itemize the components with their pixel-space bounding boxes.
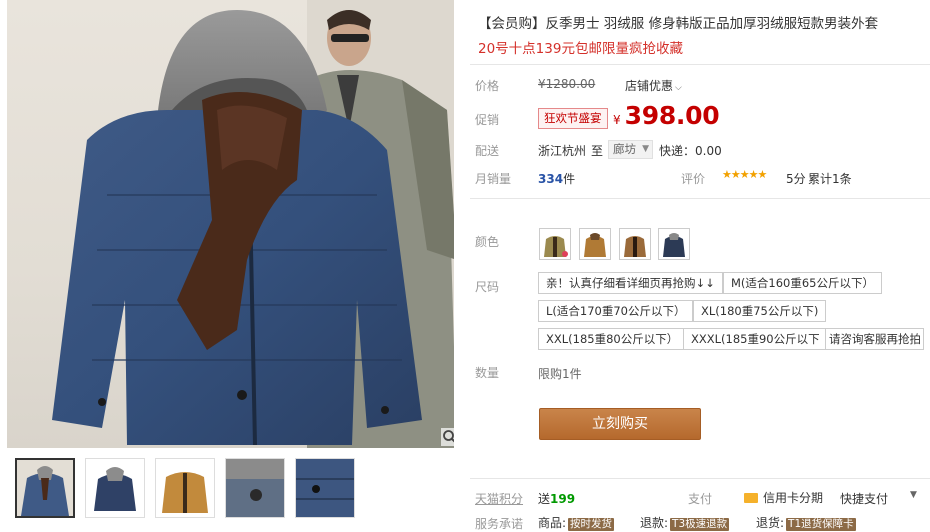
- thumbnail-strip: [15, 458, 355, 520]
- thumbnail-5[interactable]: [295, 458, 355, 518]
- points-reward: 送199: [538, 490, 575, 507]
- points-value: 199: [550, 492, 576, 506]
- original-price: ¥1280.00: [538, 77, 596, 91]
- service-promise-label: 服务承诺: [475, 517, 524, 531]
- rating-score: 5分: [786, 172, 806, 186]
- shop-discount-label: 店铺优惠: [625, 79, 674, 93]
- thumbnail-2[interactable]: [85, 458, 145, 518]
- tmall-points-link[interactable]: 天猫积分: [475, 490, 523, 507]
- jacket-photo: [52, 10, 422, 446]
- destination-value: 廊坊: [613, 142, 636, 156]
- promo-label: 促销: [475, 113, 500, 127]
- quantity-label: 数量: [475, 366, 500, 380]
- size-option-ask-service[interactable]: 请咨询客服再抢拍: [825, 328, 924, 350]
- divider: [470, 198, 930, 199]
- service-refund: 退款: T3极速退款: [640, 514, 730, 531]
- star-rating: ★★★★★: [722, 168, 767, 181]
- on-time-delivery-badge[interactable]: 按时发货: [568, 518, 615, 531]
- return-guarantee-badge[interactable]: T1退货保障卡: [786, 518, 856, 531]
- points-prefix: 送: [538, 492, 551, 506]
- promo-badge: 狂欢节盛宴: [538, 108, 608, 129]
- credit-card-icon: [744, 493, 758, 503]
- size-option-m[interactable]: M(适合160重65公斤以下）: [723, 272, 882, 294]
- buy-now-button[interactable]: 立刻购买: [539, 408, 701, 440]
- monthly-sales: 334件: [538, 170, 575, 187]
- color-swatch-2[interactable]: [579, 228, 611, 260]
- payment-label: 支付: [688, 492, 713, 506]
- currency-symbol: ¥: [613, 113, 621, 127]
- product-subtitle: 20号十点139元包邮限量疯抢收藏: [478, 41, 683, 57]
- search-icon[interactable]: [441, 428, 454, 446]
- divider: [470, 478, 930, 479]
- color-swatch-3[interactable]: [619, 228, 651, 260]
- ship-from: 浙江杭州: [538, 144, 587, 158]
- credit-installment-label: 信用卡分期: [763, 491, 824, 505]
- promo-price-value: 398.00: [624, 101, 720, 130]
- size-option-notice[interactable]: 亲！认真仔细看详细页再抢购↓↓: [538, 272, 723, 294]
- main-product-image[interactable]: [7, 0, 454, 448]
- thumbnail-1[interactable]: [15, 458, 75, 518]
- purchase-limit: 限购1件: [538, 367, 582, 381]
- delivery-label: 配送: [475, 144, 500, 158]
- divider: [470, 64, 930, 65]
- triangle-down-icon: ▼: [642, 144, 649, 154]
- thumbnail-4[interactable]: [225, 458, 285, 518]
- promo-price: ¥398.00: [613, 101, 720, 130]
- fast-refund-badge[interactable]: T3极速退款: [670, 518, 730, 531]
- product-title: 【会员购】反季男士 羽绒服 修身韩版正品加厚羽绒服短款男装外套: [478, 16, 879, 32]
- price-label: 价格: [475, 79, 500, 93]
- shop-discount-dropdown[interactable]: 店铺优惠 ⌵: [625, 77, 682, 94]
- size-option-l[interactable]: L(适合170重70公斤以下）: [538, 300, 694, 322]
- chevron-down-icon: ⌵: [675, 83, 682, 93]
- color-label: 颜色: [475, 235, 500, 249]
- product-detail-panel: 【会员购】反季男士 羽绒服 修身韩版正品加厚羽绒服短款男装外套 20号十点139…: [470, 0, 930, 531]
- service-goods: 商品: 按时发货: [538, 514, 615, 531]
- monthly-sales-label: 月销量: [475, 172, 512, 186]
- monthly-sales-unit: 件: [563, 172, 576, 186]
- ship-to-word: 至: [591, 144, 604, 158]
- credit-installment[interactable]: 信用卡分期: [744, 489, 823, 506]
- rating-label: 评价: [681, 172, 706, 186]
- review-count-link[interactable]: 累计1条: [808, 170, 852, 187]
- monthly-sales-count: 334: [538, 172, 564, 186]
- color-swatch-4[interactable]: [658, 228, 690, 260]
- triangle-down-icon[interactable]: ▼: [910, 490, 917, 500]
- shipping-fee: 快递：0.00: [659, 144, 722, 158]
- quick-pay[interactable]: 快捷支付: [840, 490, 888, 507]
- size-label: 尺码: [475, 280, 500, 294]
- destination-select[interactable]: 廊坊 ▼: [608, 140, 653, 159]
- service-return: 退货: T1退货保障卡: [756, 514, 856, 531]
- color-swatch-1[interactable]: [539, 228, 571, 260]
- size-option-xxl[interactable]: XXL(185重80公斤以下）: [538, 328, 687, 350]
- thumbnail-3[interactable]: [155, 458, 215, 518]
- size-option-xxxl[interactable]: XXXL(185重90公斤以下: [683, 328, 828, 350]
- size-option-xl[interactable]: XL(180重75公斤以下): [693, 300, 827, 322]
